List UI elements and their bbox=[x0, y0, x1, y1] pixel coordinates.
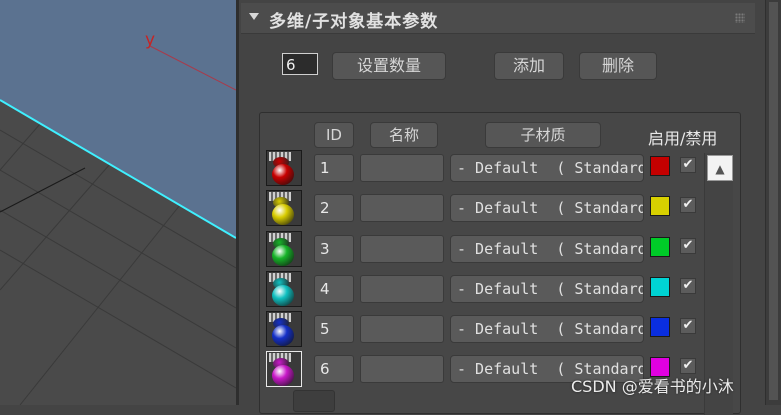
submaterial-list: ID 名称 子材质 启用/禁用 1 - Default ( Standard ) ✔… bbox=[259, 112, 741, 415]
color-swatch[interactable] bbox=[650, 196, 670, 216]
material-preview-thumbnail[interactable] bbox=[266, 351, 302, 387]
enable-checkbox[interactable]: ✔ bbox=[680, 318, 696, 334]
submaterial-button[interactable]: - Default ( Standard ) bbox=[450, 154, 644, 182]
material-sphere-icon bbox=[272, 325, 294, 346]
material-row: 4 - Default ( Standard ) ✔ bbox=[266, 271, 736, 311]
name-field[interactable] bbox=[360, 235, 444, 263]
sort-by-name-button[interactable]: 名称 bbox=[370, 122, 438, 148]
y-axis-label: y bbox=[145, 30, 156, 50]
watermark: CSDN @爱看书的小沐 bbox=[571, 377, 734, 396]
submaterial-button[interactable]: - Default ( Standard ) bbox=[450, 235, 644, 263]
material-preview-thumbnail[interactable] bbox=[266, 271, 302, 307]
material-preview-thumbnail[interactable] bbox=[266, 150, 302, 186]
id-field[interactable]: 1 bbox=[314, 154, 354, 182]
material-sphere-icon bbox=[272, 164, 294, 185]
add-button[interactable]: 添加 bbox=[494, 52, 564, 80]
set-count-button[interactable]: 设置数量 bbox=[332, 52, 446, 80]
enable-disable-label: 启用/禁用 bbox=[648, 129, 718, 148]
id-field[interactable]: 2 bbox=[314, 194, 354, 222]
id-field[interactable]: 6 bbox=[314, 355, 354, 383]
enable-checkbox[interactable]: ✔ bbox=[680, 197, 696, 213]
panel-scrollbar-thumb[interactable] bbox=[769, 2, 778, 400]
name-field[interactable] bbox=[360, 275, 444, 303]
material-parameters-panel: 多维/子对象基本参数 6 设置数量 添加 删除 ID 名称 子材质 启用/禁用 … bbox=[239, 0, 765, 415]
material-preview-thumbnail[interactable] bbox=[266, 311, 302, 347]
name-field[interactable] bbox=[360, 315, 444, 343]
material-row: 3 - Default ( Standard ) ✔ bbox=[266, 231, 736, 271]
enable-checkbox[interactable]: ✔ bbox=[680, 238, 696, 254]
panel-scrollbar[interactable] bbox=[765, 0, 781, 405]
delete-button[interactable]: 删除 bbox=[579, 52, 657, 80]
rollout-title: 多维/子对象基本参数 bbox=[269, 12, 439, 32]
submaterial-button[interactable]: - Default ( Standard ) bbox=[450, 315, 644, 343]
name-field[interactable] bbox=[360, 154, 444, 182]
material-sphere-icon bbox=[272, 285, 294, 306]
material-row: 5 - Default ( Standard ) ✔ bbox=[266, 311, 736, 351]
color-swatch[interactable] bbox=[650, 237, 670, 257]
rollout-header[interactable]: 多维/子对象基本参数 bbox=[241, 3, 755, 34]
enable-checkbox[interactable]: ✔ bbox=[680, 358, 696, 374]
color-swatch[interactable] bbox=[650, 277, 670, 297]
material-count-input[interactable]: 6 bbox=[282, 53, 318, 75]
material-preview-thumbnail[interactable] bbox=[266, 231, 302, 267]
id-field[interactable]: 3 bbox=[314, 235, 354, 263]
id-field[interactable]: 5 bbox=[314, 315, 354, 343]
name-field[interactable] bbox=[360, 194, 444, 222]
drag-grip-icon[interactable] bbox=[735, 13, 745, 23]
id-field[interactable]: 4 bbox=[314, 275, 354, 303]
color-swatch[interactable] bbox=[650, 317, 670, 337]
name-field[interactable] bbox=[360, 355, 444, 383]
perspective-viewport[interactable]: y bbox=[0, 0, 236, 405]
scroll-up-icon[interactable]: ▲ bbox=[707, 155, 733, 181]
enable-checkbox[interactable]: ✔ bbox=[680, 157, 696, 173]
viewport-grid bbox=[0, 45, 236, 405]
color-swatch[interactable] bbox=[650, 156, 670, 176]
material-row: 1 - Default ( Standard ) ✔ bbox=[266, 150, 736, 190]
material-sphere-icon bbox=[272, 204, 294, 225]
material-preview-thumbnail[interactable] bbox=[266, 190, 302, 226]
material-sphere-icon bbox=[272, 245, 294, 266]
submaterial-button[interactable]: - Default ( Standard ) bbox=[450, 194, 644, 222]
sort-by-submaterial-button[interactable]: 子材质 bbox=[485, 122, 601, 148]
material-sphere-icon bbox=[272, 365, 294, 386]
collapse-triangle-icon[interactable] bbox=[249, 13, 259, 20]
submaterial-button[interactable]: - Default ( Standard ) bbox=[450, 275, 644, 303]
sort-by-id-button[interactable]: ID bbox=[314, 122, 354, 148]
material-row: 2 - Default ( Standard ) ✔ bbox=[266, 190, 736, 230]
partial-row-id-field[interactable] bbox=[293, 390, 335, 412]
enable-checkbox[interactable]: ✔ bbox=[680, 278, 696, 294]
